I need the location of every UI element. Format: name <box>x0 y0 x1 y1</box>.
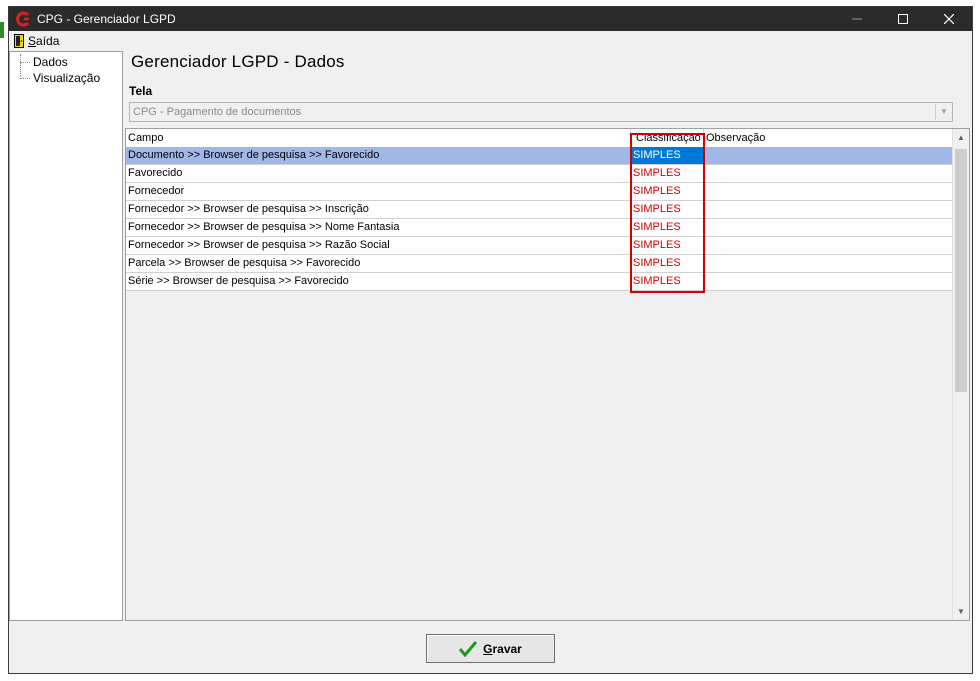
table-row[interactable]: Favorecido SIMPLES <box>126 165 955 183</box>
cell-observacao[interactable] <box>704 219 955 236</box>
menu-exit[interactable]: Saída <box>11 32 62 50</box>
column-header-classificacao[interactable]: Classificação <box>631 129 704 147</box>
save-button-label: Gravar <box>483 641 522 656</box>
scroll-up-icon[interactable]: ▲ <box>953 129 969 146</box>
dropdown-arrow-icon[interactable]: ▼ <box>935 104 952 120</box>
cell-classificacao[interactable]: SIMPLES <box>631 255 704 272</box>
cell-observacao[interactable] <box>704 273 955 290</box>
cell-campo[interactable]: Favorecido <box>126 165 631 182</box>
title-bar[interactable]: CPG - Gerenciador LGPD <box>9 7 972 31</box>
cell-observacao[interactable] <box>704 237 955 254</box>
tela-label: Tela <box>129 84 153 98</box>
cell-observacao[interactable] <box>704 147 955 164</box>
table-row[interactable]: Documento >> Browser de pesquisa >> Favo… <box>126 147 955 165</box>
grid-body: Documento >> Browser de pesquisa >> Favo… <box>126 147 955 291</box>
tree-branch <box>20 62 30 63</box>
close-icon <box>944 14 954 24</box>
cell-campo[interactable]: Fornecedor >> Browser de pesquisa >> Ins… <box>126 201 631 218</box>
scroll-thumb[interactable] <box>955 149 967 392</box>
checkmark-icon <box>459 640 478 657</box>
cell-classificacao[interactable]: SIMPLES <box>631 237 704 254</box>
grid-header: Campo Classificação Observação <box>126 129 955 148</box>
cell-classificacao[interactable]: SIMPLES <box>631 147 704 164</box>
table-row[interactable]: Série >> Browser de pesquisa >> Favoreci… <box>126 273 955 291</box>
cell-campo[interactable]: Fornecedor <box>126 183 631 200</box>
column-header-observacao[interactable]: Observação <box>704 129 955 147</box>
tree-item-visualizacao[interactable]: Visualização <box>10 70 122 86</box>
cell-campo[interactable]: Série >> Browser de pesquisa >> Favoreci… <box>126 273 631 290</box>
background-window-edge <box>0 22 4 38</box>
cell-classificacao[interactable]: SIMPLES <box>631 273 704 290</box>
cell-observacao[interactable] <box>704 255 955 272</box>
vertical-scrollbar[interactable]: ▲ ▼ <box>952 129 969 620</box>
cell-campo[interactable]: Fornecedor >> Browser de pesquisa >> Raz… <box>126 237 631 254</box>
cell-campo[interactable]: Documento >> Browser de pesquisa >> Favo… <box>126 147 631 164</box>
table-row[interactable]: Fornecedor >> Browser de pesquisa >> Ins… <box>126 201 955 219</box>
cell-classificacao[interactable]: SIMPLES <box>631 219 704 236</box>
table-row[interactable]: Fornecedor >> Browser de pesquisa >> Nom… <box>126 219 955 237</box>
exit-door-icon <box>14 34 24 48</box>
cell-classificacao[interactable]: SIMPLES <box>631 183 704 200</box>
minimize-button[interactable] <box>834 7 880 31</box>
maximize-button[interactable] <box>880 7 926 31</box>
maximize-icon <box>898 14 908 24</box>
tela-select[interactable]: CPG - Pagamento de documentos ▼ <box>129 102 953 122</box>
tree-branch <box>20 78 30 79</box>
tree-item-label: Visualização <box>33 71 101 85</box>
cell-campo[interactable]: Parcela >> Browser de pesquisa >> Favore… <box>126 255 631 272</box>
cell-campo[interactable]: Fornecedor >> Browser de pesquisa >> Nom… <box>126 219 631 236</box>
navigation-tree: Dados Visualização <box>9 51 123 621</box>
fields-grid: Campo Classificação Observação Documento… <box>125 128 970 621</box>
save-button[interactable]: Gravar <box>426 634 555 663</box>
main-window: CPG - Gerenciador LGPD Saída Dados Visua… <box>8 6 973 674</box>
app-logo-icon <box>16 11 30 27</box>
minimize-icon <box>852 18 862 20</box>
cell-observacao[interactable] <box>704 201 955 218</box>
close-button[interactable] <box>926 7 972 31</box>
tela-select-value: CPG - Pagamento de documentos <box>133 106 302 118</box>
cell-observacao[interactable] <box>704 183 955 200</box>
cell-classificacao[interactable]: SIMPLES <box>631 201 704 218</box>
table-row[interactable]: Fornecedor SIMPLES <box>126 183 955 201</box>
scroll-down-icon[interactable]: ▼ <box>953 603 969 620</box>
cell-observacao[interactable] <box>704 165 955 182</box>
table-row[interactable]: Parcela >> Browser de pesquisa >> Favore… <box>126 255 955 273</box>
window-title: CPG - Gerenciador LGPD <box>37 12 176 26</box>
column-header-campo[interactable]: Campo <box>126 129 631 147</box>
cell-classificacao[interactable]: SIMPLES <box>631 165 704 182</box>
tree-item-dados[interactable]: Dados <box>10 54 122 70</box>
page-title: Gerenciador LGPD - Dados <box>131 52 345 71</box>
table-row[interactable]: Fornecedor >> Browser de pesquisa >> Raz… <box>126 237 955 255</box>
tree-item-label: Dados <box>33 55 68 69</box>
menu-bar: Saída <box>9 31 972 51</box>
menu-exit-label: Saída <box>28 34 60 48</box>
